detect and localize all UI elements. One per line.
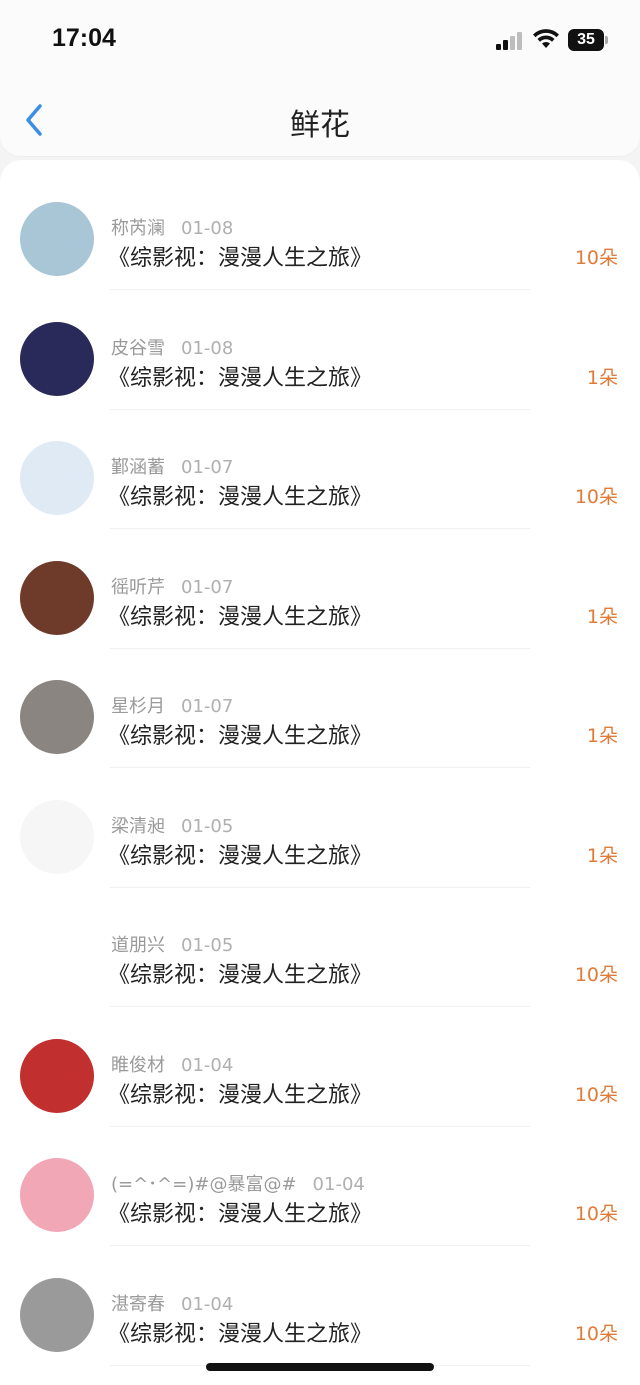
user-meta: 道朋兴 01-05	[111, 931, 233, 957]
user-meta: 湛寄春 01-04	[111, 1290, 233, 1316]
user-meta: 皮谷雪 01-08	[111, 334, 233, 360]
user-meta: 徭听芹 01-07	[111, 573, 233, 599]
flower-count: 1朵	[586, 725, 618, 747]
user-name: 湛寄春	[111, 1293, 165, 1315]
gift-date: 01-04	[181, 1293, 234, 1315]
avatar[interactable]	[20, 560, 94, 635]
book-title: 《综影视：漫漫人生之旅》	[108, 963, 373, 988]
avatar[interactable]	[20, 1277, 94, 1352]
avatar[interactable]	[20, 1158, 94, 1232]
book-title: 《综影视：漫漫人生之旅》	[108, 843, 373, 869]
gift-date: 01-08	[181, 218, 234, 239]
list-item[interactable]: (=^･^=)#@暴富@# 01-04 《综影视：漫漫人生之旅》 10朵	[0, 1126, 640, 1246]
list-item[interactable]: 称芮澜 01-08 《综影视：漫漫人生之旅》 10朵	[0, 170, 640, 290]
book-title: 《综影视：漫漫人生之旅》	[108, 1202, 373, 1227]
page-title: 鲜花	[290, 108, 350, 143]
battery-icon: 35	[568, 29, 608, 51]
user-name: 徭听芹	[111, 576, 165, 598]
gift-date: 01-07	[181, 457, 234, 478]
flower-list: 称芮澜 01-08 《综影视：漫漫人生之旅》 10朵 皮谷雪 01-08 《综影视：漫漫人生…	[0, 160, 640, 1385]
book-title: 《综影视：漫漫人生之旅》	[108, 724, 373, 749]
user-name: (=^･^=)#@暴富@#	[111, 1174, 297, 1195]
flower-count: 10朵	[574, 486, 618, 508]
user-name: 睢俊材	[111, 1054, 165, 1076]
avatar[interactable]	[20, 202, 94, 276]
book-title: 《综影视：漫漫人生之旅》	[108, 1321, 373, 1347]
list-item[interactable]: 道朋兴 01-05 《综影视：漫漫人生之旅》 10朵	[0, 887, 640, 1007]
user-name: 星杉月	[111, 696, 165, 717]
user-meta: 梁清昶 01-05	[111, 812, 233, 838]
navigation-bar: 鲜花	[0, 80, 640, 156]
avatar[interactable]	[20, 321, 94, 396]
avatar[interactable]	[20, 680, 94, 754]
cellular-signal-icon	[496, 32, 524, 50]
book-title: 《综影视：漫漫人生之旅》	[108, 246, 373, 271]
list-item[interactable]: 皮谷雪 01-08 《综影视：漫漫人生之旅》 1朵	[0, 290, 640, 410]
user-meta: 称芮澜 01-08	[111, 214, 233, 240]
gift-date: 01-08	[181, 337, 234, 359]
flower-count: 10朵	[574, 1322, 618, 1345]
avatar[interactable]	[20, 441, 94, 515]
avatar[interactable]	[20, 799, 94, 874]
list-item[interactable]: 梁清昶 01-05 《综影视：漫漫人生之旅》 1朵	[0, 768, 640, 888]
user-name: 道朋兴	[111, 935, 165, 956]
home-indicator	[206, 1363, 434, 1371]
book-title: 《综影视：漫漫人生之旅》	[108, 1082, 373, 1108]
gift-date: 01-05	[181, 815, 234, 837]
user-meta: (=^･^=)#@暴富@# 01-04	[111, 1170, 365, 1196]
book-title: 《综影视：漫漫人生之旅》	[108, 604, 373, 630]
gift-date: 01-07	[181, 696, 234, 717]
gift-date: 01-04	[312, 1174, 365, 1195]
list-item[interactable]: 湛寄春 01-04 《综影视：漫漫人生之旅》 10朵	[0, 1246, 640, 1366]
list-item[interactable]: 星杉月 01-07 《综影视：漫漫人生之旅》 1朵	[0, 648, 640, 768]
list-item[interactable]: 徭听芹 01-07 《综影视：漫漫人生之旅》 1朵	[0, 529, 640, 649]
user-name: 鄞涵蓄	[111, 457, 165, 478]
user-meta: 星杉月 01-07	[111, 692, 233, 718]
flower-count: 10朵	[574, 1203, 618, 1225]
flower-count: 10朵	[574, 247, 618, 269]
avatar[interactable]	[20, 1038, 94, 1113]
flower-count: 10朵	[574, 1083, 618, 1106]
gift-date: 01-04	[181, 1054, 234, 1076]
flower-count: 1朵	[586, 366, 618, 389]
gift-date: 01-05	[181, 935, 234, 956]
gift-date: 01-07	[181, 576, 234, 598]
flower-count: 10朵	[574, 964, 618, 986]
book-title: 《综影视：漫漫人生之旅》	[108, 365, 373, 391]
user-name: 皮谷雪	[111, 337, 165, 359]
avatar[interactable]	[20, 919, 94, 993]
list-item[interactable]: 鄞涵蓄 01-07 《综影视：漫漫人生之旅》 10朵	[0, 409, 640, 529]
user-meta: 睢俊材 01-04	[111, 1051, 233, 1077]
user-name: 梁清昶	[111, 815, 165, 837]
wifi-icon	[533, 29, 559, 48]
user-name: 称芮澜	[111, 218, 165, 239]
user-meta: 鄞涵蓄 01-07	[111, 453, 233, 479]
list-item[interactable]: 睢俊材 01-04 《综影视：漫漫人生之旅》 10朵	[0, 1007, 640, 1127]
book-title: 《综影视：漫漫人生之旅》	[108, 485, 373, 510]
flower-count: 1朵	[586, 605, 618, 628]
status-bar: 17:04 35	[0, 0, 640, 80]
flower-count: 1朵	[586, 844, 618, 867]
status-time: 17:04	[52, 24, 116, 52]
